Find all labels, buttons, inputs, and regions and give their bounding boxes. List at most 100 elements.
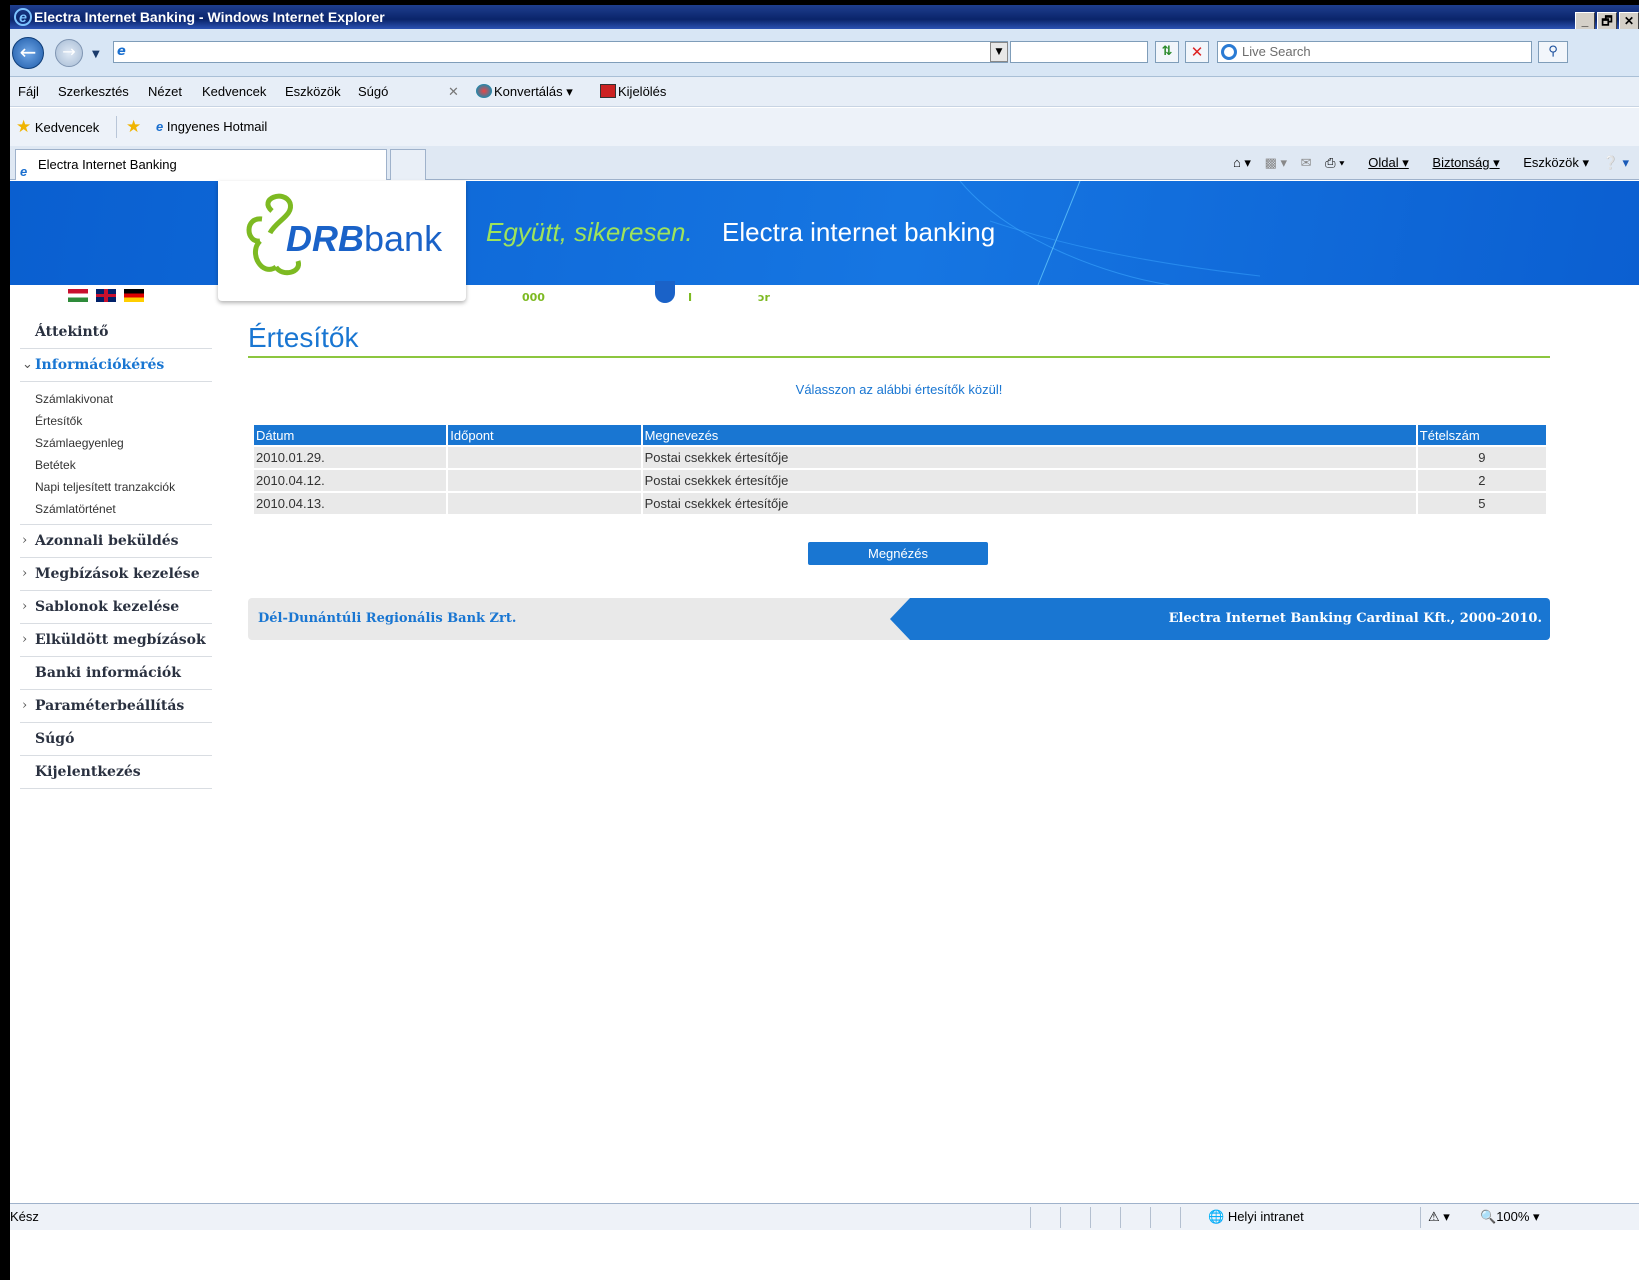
sidebar-subitem-daily-transactions[interactable]: Napi teljesített tranzakciók bbox=[35, 476, 212, 498]
banner-knob bbox=[655, 281, 675, 303]
help-icon[interactable]: ❔ ▾ bbox=[1603, 155, 1629, 170]
sidebar-item-logout[interactable]: Kijelentkezés bbox=[20, 756, 212, 789]
menu-view[interactable]: Nézet bbox=[148, 77, 182, 107]
flag-en-icon[interactable] bbox=[96, 289, 116, 302]
info-strip-b: I bbox=[688, 291, 693, 304]
stop-button[interactable]: ✕ bbox=[1185, 41, 1209, 63]
hotmail-link[interactable]: e Ingyenes Hotmail bbox=[156, 108, 267, 146]
sidebar-item-label: Banki információk bbox=[35, 665, 181, 681]
tab-electra[interactable]: e Electra Internet Banking bbox=[15, 149, 387, 180]
page-menu[interactable]: Oldal ▾ bbox=[1358, 155, 1409, 170]
security-menu[interactable]: Biztonság ▾ bbox=[1422, 155, 1499, 170]
sidebar-item-label: Kijelentkezés bbox=[35, 764, 141, 780]
history-dropdown-icon[interactable]: ▼ bbox=[92, 49, 100, 60]
zoom-icon: 🔍 bbox=[1480, 1209, 1497, 1224]
zoom-level: 100% bbox=[1496, 1209, 1530, 1224]
table-row[interactable]: 2010.04.12. Postai csekkek értesítője 2 bbox=[254, 470, 1546, 491]
address-toolbar: ← → ▼ e ▼ ⇅ ✕ Live Search ⚲ bbox=[10, 29, 1639, 77]
cell-count: 2 bbox=[1417, 470, 1546, 491]
title-bar: e Electra Internet Banking - Windows Int… bbox=[10, 5, 1639, 30]
col-count[interactable]: Tételszám bbox=[1417, 425, 1546, 445]
sidebar-subitem-notices[interactable]: Értesítők bbox=[35, 410, 212, 432]
col-time[interactable]: Időpont bbox=[448, 425, 641, 445]
print-icon[interactable]: ⎙ ▾ bbox=[1325, 155, 1344, 170]
menu-edit[interactable]: Szerkesztés bbox=[58, 77, 129, 107]
sidebar-item-sent-orders[interactable]: › Elküldött megbízások bbox=[20, 624, 212, 657]
ie-icon: e bbox=[14, 8, 32, 26]
favbar-divider bbox=[116, 116, 117, 138]
sidebar-item-templates[interactable]: › Sablonok kezelése bbox=[20, 591, 212, 624]
address-dropdown-icon[interactable]: ▼ bbox=[990, 42, 1008, 62]
command-bar: ⌂ ▾ ▩ ▾ ✉ ⎙ ▾ Oldal ▾ Biztonság ▾ Eszköz… bbox=[1223, 146, 1629, 180]
col-name[interactable]: Megnevezés bbox=[642, 425, 1416, 445]
hotmail-label: Ingyenes Hotmail bbox=[166, 119, 268, 134]
search-input[interactable]: Live Search bbox=[1217, 41, 1532, 63]
protected-mode-icon[interactable]: ⚠ ▾ bbox=[1428, 1204, 1450, 1230]
sidebar-item-bank-info[interactable]: Banki információk bbox=[20, 657, 212, 690]
home-icon[interactable]: ⌂ ▾ bbox=[1233, 155, 1251, 170]
menu-favorites[interactable]: Kedvencek bbox=[202, 77, 266, 107]
close-button[interactable]: ✕ bbox=[1619, 12, 1639, 30]
sidebar-item-instant-send[interactable]: › Azonnali beküldés bbox=[20, 525, 212, 558]
ie-page-icon: e bbox=[156, 119, 164, 134]
refresh-button[interactable]: ⇅ bbox=[1155, 41, 1179, 63]
minimize-button[interactable]: _ bbox=[1575, 12, 1595, 30]
favorites-button[interactable]: ★ Kedvencek bbox=[16, 108, 99, 147]
page-footer: Dél-Dunántúli Regionális Bank Zrt. Elect… bbox=[248, 598, 1550, 640]
sidebar-item-overview[interactable]: Áttekintő bbox=[20, 316, 212, 349]
mail-icon[interactable]: ✉ bbox=[1301, 155, 1312, 170]
forward-button[interactable]: → bbox=[55, 39, 83, 67]
new-tab-button[interactable] bbox=[390, 149, 426, 180]
status-text: Kész bbox=[10, 1209, 39, 1224]
select-button[interactable]: Kijelölés bbox=[600, 77, 666, 107]
table-row[interactable]: 2010.04.13. Postai csekkek értesítője 5 bbox=[254, 493, 1546, 514]
chevron-down-icon: ⌄ bbox=[22, 357, 33, 372]
sidebar-item-label: Súgó bbox=[35, 731, 75, 747]
menu-tools[interactable]: Eszközök bbox=[285, 77, 341, 107]
flag-de-icon[interactable] bbox=[124, 289, 144, 302]
search-button[interactable]: ⚲ bbox=[1538, 41, 1568, 63]
add-favorite-icon[interactable]: ★ bbox=[126, 108, 141, 146]
sidebar-item-settings[interactable]: › Paraméterbeállítás bbox=[20, 690, 212, 723]
col-date[interactable]: Dátum bbox=[254, 425, 447, 445]
menu-file[interactable]: Fájl bbox=[18, 77, 39, 107]
status-divider bbox=[1150, 1207, 1151, 1228]
chevron-right-icon: › bbox=[22, 599, 28, 614]
status-bar: Kész 🌐 Helyi intranet ⚠ ▾ 🔍100% ▾ bbox=[10, 1203, 1639, 1230]
sidebar-subitem-history[interactable]: Számlatörténet bbox=[35, 498, 212, 520]
drb-logo[interactable]: DRBbank bbox=[218, 181, 466, 301]
convert-label: Konvertálás bbox=[494, 84, 563, 99]
status-divider bbox=[1060, 1207, 1061, 1228]
footer-bank-name: Dél-Dunántúli Regionális Bank Zrt. bbox=[258, 611, 517, 626]
sidebar-item-info[interactable]: ⌄ Információkérés bbox=[20, 349, 212, 382]
restore-button[interactable]: 🗗 bbox=[1597, 12, 1617, 30]
compat-field[interactable] bbox=[1010, 41, 1148, 63]
page-icon: e bbox=[117, 44, 126, 59]
address-input[interactable]: e bbox=[113, 41, 1008, 63]
close-toolbar-icon[interactable]: ✕ bbox=[448, 77, 459, 107]
sidebar-item-orders[interactable]: › Megbízások kezelése bbox=[20, 558, 212, 591]
sidebar-item-help[interactable]: Súgó bbox=[20, 723, 212, 756]
status-divider bbox=[1180, 1207, 1181, 1228]
cell-name: Postai csekkek értesítője bbox=[642, 447, 1416, 468]
menu-help[interactable]: Súgó bbox=[358, 77, 388, 107]
table-row[interactable]: 2010.01.29. Postai csekkek értesítője 9 bbox=[254, 447, 1546, 468]
tab-title: Electra Internet Banking bbox=[38, 157, 177, 172]
main-content: Értesítők Válasszon az alábbi értesítők … bbox=[248, 316, 1550, 640]
footer-notch bbox=[890, 598, 910, 640]
sidebar-subitem-statement[interactable]: Számlakivonat bbox=[35, 388, 212, 410]
zoom-control[interactable]: 🔍100% ▾ bbox=[1480, 1204, 1540, 1230]
sidebar-subitem-deposits[interactable]: Betétek bbox=[35, 454, 212, 476]
select-label: Kijelölés bbox=[618, 84, 667, 99]
cell-count: 9 bbox=[1417, 447, 1546, 468]
view-button[interactable]: Megnézés bbox=[808, 542, 988, 565]
sidebar-subitem-balance[interactable]: Számlaegyenleg bbox=[35, 432, 212, 454]
tools-menu[interactable]: Eszközök ▾ bbox=[1513, 155, 1589, 170]
feeds-icon[interactable]: ▩ ▾ bbox=[1265, 155, 1287, 170]
globe-icon: 🌐 bbox=[1208, 1209, 1225, 1224]
star-icon: ★ bbox=[16, 117, 32, 136]
convert-button[interactable]: Konvertálás ▾ bbox=[476, 77, 573, 107]
back-button[interactable]: ← bbox=[12, 37, 44, 69]
flag-hu-icon[interactable] bbox=[68, 289, 88, 302]
security-zone[interactable]: 🌐 Helyi intranet bbox=[1208, 1204, 1304, 1230]
